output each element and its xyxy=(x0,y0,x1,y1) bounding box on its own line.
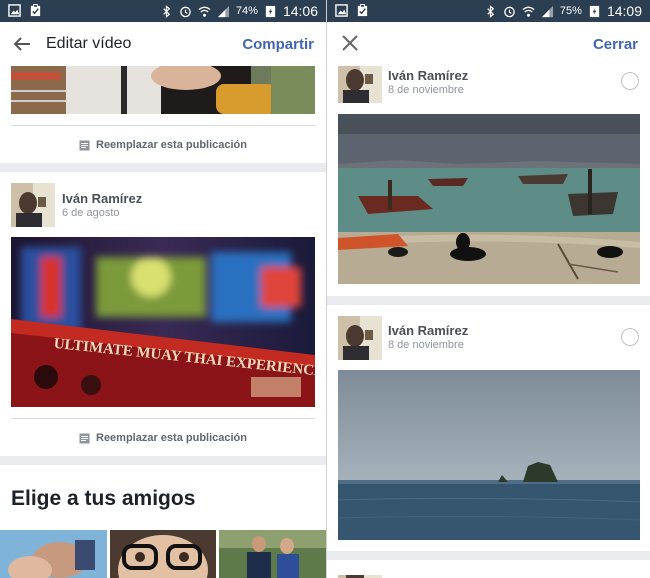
avatar[interactable] xyxy=(11,183,55,227)
battery-icon xyxy=(589,5,600,17)
wifi-icon xyxy=(522,6,535,17)
friend-tile[interactable] xyxy=(219,530,326,578)
replace-post-label: Reemplazar esta publicación xyxy=(96,139,247,151)
avatar[interactable] xyxy=(338,316,382,360)
signal-icon xyxy=(541,5,553,17)
app-header: Cerrar xyxy=(327,22,650,66)
bluetooth-icon xyxy=(487,4,495,18)
section-separator xyxy=(0,163,326,172)
alarm-icon xyxy=(504,6,515,17)
post-date: 8 de noviembre xyxy=(388,84,464,96)
alarm-icon xyxy=(180,6,191,17)
replace-post-label: Reemplazar esta publicación xyxy=(96,432,247,444)
replace-post-button[interactable]: Reemplazar esta publicación xyxy=(0,423,326,453)
friends-section-title: Elige a tus amigos xyxy=(11,487,196,510)
share-button[interactable]: Compartir xyxy=(242,36,314,53)
clock: 14:09 xyxy=(606,3,642,19)
friend-tile[interactable] xyxy=(0,530,107,578)
friend-tile[interactable] xyxy=(110,530,216,578)
document-icon xyxy=(79,433,90,443)
post-photo-couple[interactable] xyxy=(11,66,315,114)
section-separator xyxy=(327,296,650,305)
battery-icon xyxy=(265,5,276,17)
clipboard-icon xyxy=(30,4,41,17)
left-screen: 74% 14:06 Editar vídeo Compartir Reempla… xyxy=(0,0,326,578)
signal-icon xyxy=(217,5,229,17)
close-button[interactable]: Cerrar xyxy=(593,36,638,53)
section-separator xyxy=(0,456,326,465)
close-icon[interactable] xyxy=(341,34,359,52)
post-photo-beach-boats[interactable] xyxy=(338,114,640,284)
select-post-radio[interactable] xyxy=(621,328,639,346)
post-photo-sea-island[interactable] xyxy=(338,370,640,540)
document-icon xyxy=(79,140,90,150)
divider xyxy=(11,125,315,126)
clipboard-icon xyxy=(357,4,368,17)
back-arrow-icon[interactable] xyxy=(12,34,32,54)
status-bar: 75% 14:09 xyxy=(327,0,650,22)
post-author[interactable]: Iván Ramírez xyxy=(62,191,142,206)
status-bar: 74% 14:06 xyxy=(0,0,326,22)
battery-percent: 75% xyxy=(559,5,582,17)
post-date: 8 de noviembre xyxy=(388,339,464,351)
avatar[interactable] xyxy=(338,570,382,578)
section-separator xyxy=(327,551,650,560)
post-author[interactable]: Iván Ramírez xyxy=(388,68,468,83)
replace-post-button[interactable]: Reemplazar esta publicación xyxy=(0,130,326,160)
gallery-icon xyxy=(8,4,21,17)
post-photo-muay-thai[interactable]: ULTIMATE MUAY THAI EXPERIENCE xyxy=(11,237,315,407)
gallery-icon xyxy=(335,4,348,17)
page-title: Editar vídeo xyxy=(46,35,132,52)
wifi-icon xyxy=(198,6,211,17)
avatar[interactable] xyxy=(338,66,382,103)
post-date: 6 de agosto xyxy=(62,207,120,219)
select-post-radio[interactable] xyxy=(621,72,639,90)
post-author[interactable]: Iván Ramírez xyxy=(388,323,468,338)
app-header: Editar vídeo Compartir xyxy=(0,22,326,66)
clock: 14:06 xyxy=(282,3,318,19)
right-screen: 75% 14:09 Cerrar Iván Ramírez 8 de novie… xyxy=(327,0,650,578)
battery-percent: 74% xyxy=(235,5,258,17)
divider xyxy=(11,418,315,419)
bluetooth-icon xyxy=(163,4,171,18)
